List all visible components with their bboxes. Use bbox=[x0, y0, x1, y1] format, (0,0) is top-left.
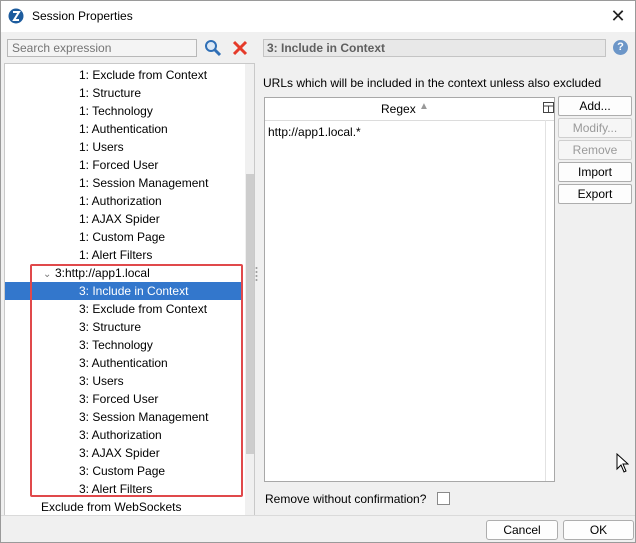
panel-title: 3: Include in Context bbox=[263, 39, 606, 57]
tree-item[interactable]: 1: Users bbox=[5, 138, 124, 156]
tree-item[interactable]: 1: AJAX Spider bbox=[5, 210, 160, 228]
zap-app-icon bbox=[8, 8, 24, 24]
tree-item-label: 1: Authentication bbox=[79, 122, 168, 136]
tree-item-label: 1: Users bbox=[79, 140, 124, 154]
table-header[interactable]: Regex ▲ bbox=[265, 98, 554, 121]
add-button[interactable]: Add... bbox=[558, 96, 632, 116]
search-input[interactable] bbox=[7, 39, 197, 57]
highlight-annotation bbox=[30, 264, 243, 497]
tree-item-label: 1: Exclude from Context bbox=[79, 68, 208, 82]
title-bar: Session Properties ✕ bbox=[1, 1, 635, 32]
session-properties-window: Session Properties ✕ 1: Exclude from Con… bbox=[0, 0, 636, 543]
import-button[interactable]: Import bbox=[558, 162, 632, 182]
regex-column-header[interactable]: Regex bbox=[381, 102, 416, 116]
tree-item-label: 1: Structure bbox=[79, 86, 142, 100]
modify-button[interactable]: Modify... bbox=[558, 118, 632, 138]
tree-item[interactable]: 1: Custom Page bbox=[5, 228, 165, 246]
tree-item[interactable]: 1: Exclude from Context bbox=[5, 66, 207, 84]
tree-item[interactable]: 1: Session Management bbox=[5, 174, 208, 192]
tree-item-label: 1: Technology bbox=[79, 104, 153, 118]
tree-item-label: Exclude from WebSockets bbox=[41, 500, 182, 514]
footer-divider bbox=[1, 515, 635, 516]
ok-button[interactable]: OK bbox=[563, 520, 634, 540]
window-title: Session Properties bbox=[32, 9, 133, 23]
tree-item-label: 1: AJAX Spider bbox=[79, 212, 160, 226]
panel-description: URLs which will be included in the conte… bbox=[263, 76, 602, 90]
tree-item-label: 1: Session Management bbox=[79, 176, 209, 190]
tree-item[interactable]: 1: Technology bbox=[5, 102, 153, 120]
table-row[interactable]: http://app1.local.* bbox=[268, 125, 361, 139]
tree-item-label: 1: Alert Filters bbox=[79, 248, 153, 262]
clear-search-icon[interactable] bbox=[231, 39, 249, 57]
close-icon[interactable]: ✕ bbox=[607, 5, 629, 27]
help-icon[interactable]: ? bbox=[613, 40, 628, 55]
splitter-handle[interactable] bbox=[255, 266, 258, 282]
remove-without-confirmation-checkbox[interactable] bbox=[437, 492, 450, 505]
tree-scrollbar[interactable] bbox=[245, 64, 254, 515]
export-button[interactable]: Export bbox=[558, 184, 632, 204]
sort-ascending-icon: ▲ bbox=[419, 101, 429, 112]
tree-item[interactable]: 1: Structure bbox=[5, 84, 141, 102]
tree-item-label: 1: Authorization bbox=[79, 194, 162, 208]
tree-item[interactable]: 1: Alert Filters bbox=[5, 246, 152, 264]
tree-item-label: 1: Forced User bbox=[79, 158, 159, 172]
tree-item[interactable]: 1: Authorization bbox=[5, 192, 162, 210]
tree-item[interactable]: 1: Forced User bbox=[5, 156, 158, 174]
remove-button[interactable]: Remove bbox=[558, 140, 632, 160]
tree-scrollbar-thumb[interactable] bbox=[246, 174, 254, 454]
cancel-button[interactable]: Cancel bbox=[486, 520, 558, 540]
mouse-cursor-icon bbox=[616, 453, 629, 473]
column-config-icon[interactable] bbox=[543, 102, 554, 113]
tree-item[interactable]: 1: Authentication bbox=[5, 120, 168, 138]
tree-item[interactable]: Exclude from WebSockets bbox=[5, 498, 182, 515]
remove-without-confirmation-label: Remove without confirmation? bbox=[265, 492, 427, 506]
regex-table: Regex ▲ http://app1.local.* bbox=[264, 97, 555, 482]
search-icon[interactable] bbox=[204, 39, 222, 57]
table-column-divider bbox=[545, 120, 546, 481]
tree-item-label: 1: Custom Page bbox=[79, 230, 166, 244]
